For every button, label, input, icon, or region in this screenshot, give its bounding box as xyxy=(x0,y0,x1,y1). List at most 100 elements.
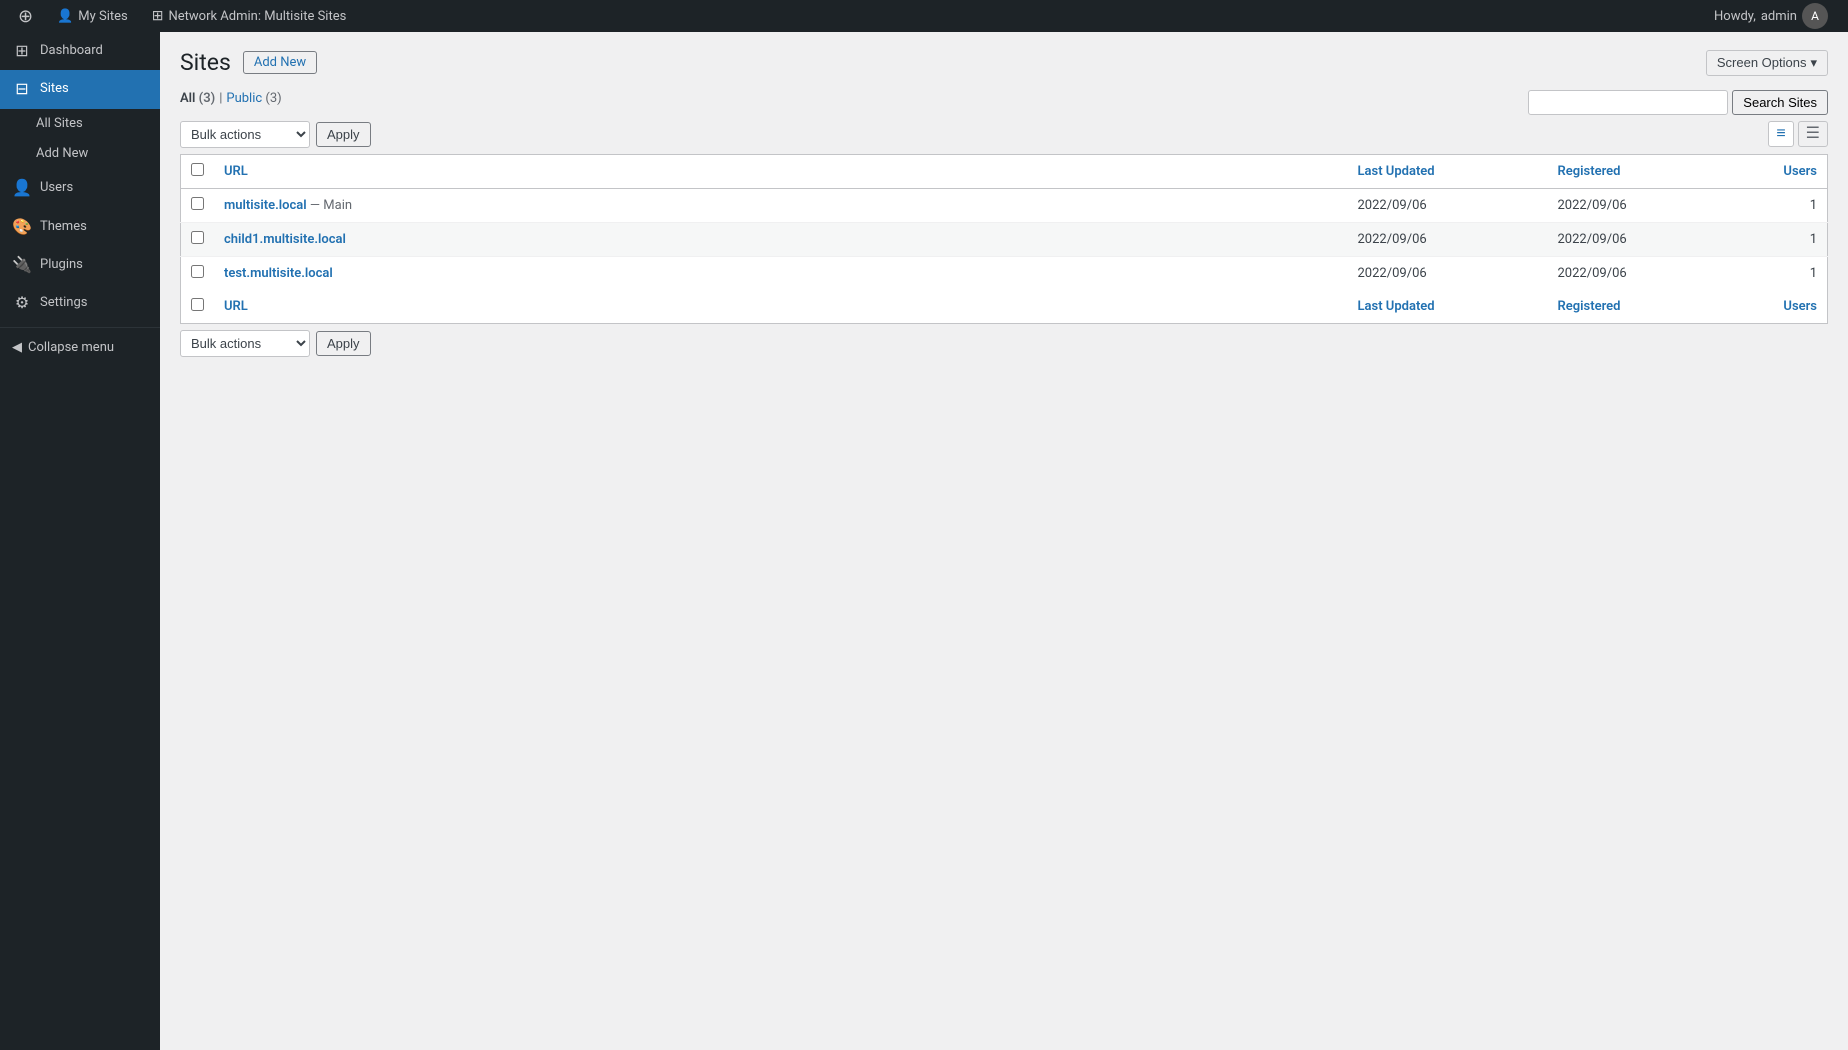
bulk-actions-select-bottom[interactable]: Bulk actions xyxy=(180,330,310,357)
row-users-cell: 1 xyxy=(1748,188,1828,222)
howdy-label: Howdy, xyxy=(1714,9,1756,24)
wp-logo-button[interactable]: ⊕ xyxy=(8,0,43,32)
add-new-button[interactable]: Add New xyxy=(243,51,317,74)
all-sites-label: All Sites xyxy=(36,115,83,133)
plugins-icon: 🔌 xyxy=(12,254,32,276)
sidebar-item-users-label: Users xyxy=(40,179,73,197)
sidebar-item-users[interactable]: 👤 Users xyxy=(0,169,160,207)
screen-options-button[interactable]: Screen Options ▾ xyxy=(1706,50,1828,76)
row-checkbox-cell[interactable] xyxy=(181,188,215,222)
last-updated-sort-link[interactable]: Last Updated xyxy=(1358,164,1435,179)
bulk-actions-select-top[interactable]: Bulk actions xyxy=(180,121,310,148)
site-url-link[interactable]: test.multisite.local xyxy=(224,266,333,281)
screen-options-label: Screen Options xyxy=(1717,55,1807,70)
admin-bar: ⊕ 👤 My Sites ⊞ Network Admin: Multisite … xyxy=(0,0,1848,32)
username-label: admin xyxy=(1761,9,1797,24)
users-value: 1 xyxy=(1810,232,1817,247)
users-column-header[interactable]: Users xyxy=(1748,154,1828,188)
themes-icon: 🎨 xyxy=(12,216,32,238)
sites-table-body: multisite.local — Main 2022/09/06 2022/0… xyxy=(181,188,1828,290)
url-footer-label: URL xyxy=(224,299,248,314)
registered-value: 2022/09/06 xyxy=(1558,232,1627,247)
tablenav-left: Bulk actions Apply xyxy=(180,121,371,148)
row-registered-cell: 2022/09/06 xyxy=(1548,256,1748,290)
select-all-footer-checkbox[interactable] xyxy=(191,298,204,311)
my-sites-button[interactable]: 👤 My Sites xyxy=(47,0,138,32)
sidebar-item-sites-label: Sites xyxy=(40,80,69,98)
registered-column-header[interactable]: Registered xyxy=(1548,154,1748,188)
registered-value: 2022/09/06 xyxy=(1558,266,1627,281)
users-footer-label: Users xyxy=(1783,299,1817,314)
my-sites-icon: 👤 xyxy=(57,9,73,24)
filter-public[interactable]: Public (3) xyxy=(226,91,281,106)
tablenav-right: ≡ ☰ xyxy=(1768,121,1828,147)
row-checkbox[interactable] xyxy=(191,197,204,210)
url-column-header[interactable]: URL xyxy=(214,154,1348,188)
network-admin-icon: ⊞ xyxy=(152,8,164,24)
screen-options-area: Screen Options ▾ xyxy=(1706,50,1828,76)
filter-nav: All (3) | Public (3) xyxy=(180,91,282,106)
sites-table: URL Last Updated Registered Users xyxy=(180,154,1828,324)
page-title: Sites xyxy=(180,48,231,78)
users-icon: 👤 xyxy=(12,177,32,199)
wp-logo-icon: ⊕ xyxy=(18,6,33,27)
sidebar-item-all-sites[interactable]: All Sites xyxy=(0,109,160,139)
row-checkbox-cell[interactable] xyxy=(181,256,215,290)
search-input[interactable] xyxy=(1528,90,1728,115)
select-all-checkbox[interactable] xyxy=(191,163,204,176)
users-footer-header[interactable]: Users xyxy=(1748,290,1828,324)
registered-footer-header[interactable]: Registered xyxy=(1548,290,1748,324)
collapse-menu-button[interactable]: ◀ Collapse menu xyxy=(0,332,160,363)
apply-button-top[interactable]: Apply xyxy=(316,122,371,147)
sidebar-item-settings-label: Settings xyxy=(40,294,87,312)
list-view-icon: ≡ xyxy=(1776,125,1785,142)
sidebar-item-themes-label: Themes xyxy=(40,218,87,236)
network-admin-label: Network Admin: Multisite Sites xyxy=(168,9,346,24)
row-users-cell: 1 xyxy=(1748,256,1828,290)
apply-button-bottom[interactable]: Apply xyxy=(316,331,371,356)
sidebar-item-settings[interactable]: ⚙ Settings xyxy=(0,284,160,322)
last-updated-footer-sort-link[interactable]: Last Updated xyxy=(1358,299,1435,314)
url-footer-header[interactable]: URL xyxy=(214,290,1348,324)
last-updated-column-header[interactable]: Last Updated xyxy=(1348,154,1548,188)
last-updated-value: 2022/09/06 xyxy=(1358,266,1427,281)
sidebar-item-sites[interactable]: ⊟ Sites xyxy=(0,70,160,108)
row-checkbox-cell[interactable] xyxy=(181,222,215,256)
row-registered-cell: 2022/09/06 xyxy=(1548,222,1748,256)
avatar: A xyxy=(1802,3,1828,29)
users-header-label: Users xyxy=(1783,164,1817,179)
row-last-updated-cell: 2022/09/06 xyxy=(1348,256,1548,290)
registered-value: 2022/09/06 xyxy=(1558,198,1627,213)
users-value: 1 xyxy=(1810,266,1817,281)
filter-sep: | xyxy=(215,91,226,106)
sidebar-item-plugins-label: Plugins xyxy=(40,256,83,274)
filter-all-link[interactable]: All (3) xyxy=(180,91,215,106)
howdy-area[interactable]: Howdy, admin A xyxy=(1702,0,1840,32)
table-row: test.multisite.local 2022/09/06 2022/09/… xyxy=(181,256,1828,290)
row-last-updated-cell: 2022/09/06 xyxy=(1348,222,1548,256)
sidebar-item-dashboard[interactable]: ⊞ Dashboard xyxy=(0,32,160,70)
network-admin-button[interactable]: ⊞ Network Admin: Multisite Sites xyxy=(142,0,357,32)
excerpt-view-button[interactable]: ☰ xyxy=(1798,121,1828,147)
site-url-link[interactable]: child1.multisite.local xyxy=(224,232,346,247)
sidebar-item-themes[interactable]: 🎨 Themes xyxy=(0,208,160,246)
add-new-sidebar-label: Add New xyxy=(36,145,88,163)
table-footer: URL Last Updated Registered Users xyxy=(181,290,1828,324)
site-url-link[interactable]: multisite.local xyxy=(224,198,307,213)
sidebar-item-plugins[interactable]: 🔌 Plugins xyxy=(0,246,160,284)
select-all-header[interactable] xyxy=(181,154,215,188)
search-button[interactable]: Search Sites xyxy=(1732,90,1828,115)
sidebar-item-add-new[interactable]: Add New xyxy=(0,139,160,169)
last-updated-footer-header[interactable]: Last Updated xyxy=(1348,290,1548,324)
list-view-button[interactable]: ≡ xyxy=(1768,121,1793,147)
row-checkbox[interactable] xyxy=(191,265,204,278)
sidebar: ⊞ Dashboard ⊟ Sites All Sites Add New 👤 … xyxy=(0,32,160,1050)
row-checkbox[interactable] xyxy=(191,231,204,244)
top-tablenav: Bulk actions Apply ≡ ☰ xyxy=(180,121,1828,148)
registered-sort-link[interactable]: Registered xyxy=(1558,164,1621,179)
bottom-tablenav: Bulk actions Apply xyxy=(180,330,1828,357)
filter-all[interactable]: All (3) xyxy=(180,91,215,106)
select-all-footer[interactable] xyxy=(181,290,215,324)
registered-footer-sort-link[interactable]: Registered xyxy=(1558,299,1621,314)
filter-public-link[interactable]: Public (3) xyxy=(226,91,281,106)
